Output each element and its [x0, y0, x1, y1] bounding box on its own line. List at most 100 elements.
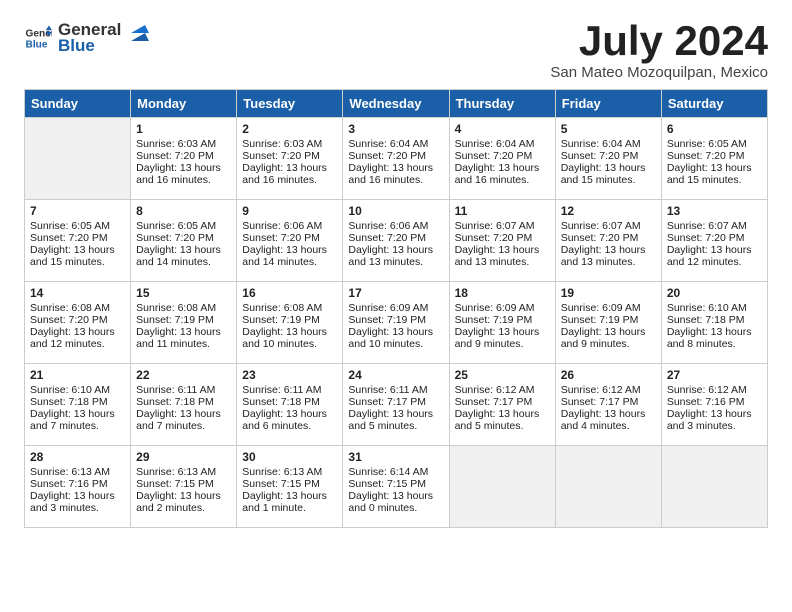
- sunset-text: Sunset: 7:20 PM: [348, 150, 443, 162]
- daylight-text: Daylight: 13 hours and 15 minutes.: [667, 162, 762, 186]
- sunrise-text: Sunrise: 6:11 AM: [242, 384, 337, 396]
- calendar-week-row: 14Sunrise: 6:08 AMSunset: 7:20 PMDayligh…: [25, 282, 768, 364]
- calendar-cell: 18Sunrise: 6:09 AMSunset: 7:19 PMDayligh…: [449, 282, 555, 364]
- day-number: 3: [348, 122, 443, 136]
- calendar-cell: 21Sunrise: 6:10 AMSunset: 7:18 PMDayligh…: [25, 364, 131, 446]
- day-number: 16: [242, 286, 337, 300]
- sunrise-text: Sunrise: 6:07 AM: [667, 220, 762, 232]
- sunset-text: Sunset: 7:16 PM: [667, 396, 762, 408]
- calendar-cell: [661, 446, 767, 528]
- daylight-text: Daylight: 13 hours and 15 minutes.: [561, 162, 656, 186]
- calendar-cell: 4Sunrise: 6:04 AMSunset: 7:20 PMDaylight…: [449, 118, 555, 200]
- daylight-text: Daylight: 13 hours and 14 minutes.: [136, 244, 231, 268]
- day-number: 20: [667, 286, 762, 300]
- sunrise-text: Sunrise: 6:06 AM: [348, 220, 443, 232]
- daylight-text: Daylight: 13 hours and 12 minutes.: [667, 244, 762, 268]
- sunset-text: Sunset: 7:19 PM: [455, 314, 550, 326]
- sunset-text: Sunset: 7:20 PM: [561, 232, 656, 244]
- day-number: 17: [348, 286, 443, 300]
- calendar-cell: [449, 446, 555, 528]
- day-number: 4: [455, 122, 550, 136]
- sunset-text: Sunset: 7:18 PM: [30, 396, 125, 408]
- weekday-header-monday: Monday: [131, 90, 237, 118]
- sunrise-text: Sunrise: 6:10 AM: [30, 384, 125, 396]
- sunrise-text: Sunrise: 6:10 AM: [667, 302, 762, 314]
- daylight-text: Daylight: 13 hours and 15 minutes.: [30, 244, 125, 268]
- daylight-text: Daylight: 13 hours and 5 minutes.: [455, 408, 550, 432]
- calendar-cell: 17Sunrise: 6:09 AMSunset: 7:19 PMDayligh…: [343, 282, 449, 364]
- sunrise-text: Sunrise: 6:05 AM: [136, 220, 231, 232]
- sunrise-text: Sunrise: 6:09 AM: [455, 302, 550, 314]
- sunset-text: Sunset: 7:20 PM: [30, 314, 125, 326]
- sunrise-text: Sunrise: 6:04 AM: [561, 138, 656, 150]
- sunrise-text: Sunrise: 6:13 AM: [136, 466, 231, 478]
- weekday-header-row: SundayMondayTuesdayWednesdayThursdayFrid…: [25, 90, 768, 118]
- sunset-text: Sunset: 7:18 PM: [136, 396, 231, 408]
- day-number: 25: [455, 368, 550, 382]
- sunset-text: Sunset: 7:18 PM: [242, 396, 337, 408]
- sunset-text: Sunset: 7:17 PM: [455, 396, 550, 408]
- logo-icon: General Blue: [24, 24, 52, 52]
- sunset-text: Sunset: 7:19 PM: [136, 314, 231, 326]
- sunset-text: Sunset: 7:15 PM: [242, 478, 337, 490]
- daylight-text: Daylight: 13 hours and 13 minutes.: [561, 244, 656, 268]
- daylight-text: Daylight: 13 hours and 3 minutes.: [667, 408, 762, 432]
- sunrise-text: Sunrise: 6:09 AM: [561, 302, 656, 314]
- weekday-header-tuesday: Tuesday: [237, 90, 343, 118]
- sunset-text: Sunset: 7:15 PM: [348, 478, 443, 490]
- daylight-text: Daylight: 13 hours and 3 minutes.: [30, 490, 125, 514]
- calendar-week-row: 21Sunrise: 6:10 AMSunset: 7:18 PMDayligh…: [25, 364, 768, 446]
- daylight-text: Daylight: 13 hours and 11 minutes.: [136, 326, 231, 350]
- day-number: 10: [348, 204, 443, 218]
- daylight-text: Daylight: 13 hours and 4 minutes.: [561, 408, 656, 432]
- sunrise-text: Sunrise: 6:03 AM: [242, 138, 337, 150]
- sunrise-text: Sunrise: 6:07 AM: [455, 220, 550, 232]
- sunrise-text: Sunrise: 6:04 AM: [348, 138, 443, 150]
- daylight-text: Daylight: 13 hours and 10 minutes.: [242, 326, 337, 350]
- sunset-text: Sunset: 7:17 PM: [348, 396, 443, 408]
- calendar-week-row: 7Sunrise: 6:05 AMSunset: 7:20 PMDaylight…: [25, 200, 768, 282]
- svg-text:Blue: Blue: [26, 40, 48, 51]
- daylight-text: Daylight: 13 hours and 13 minutes.: [455, 244, 550, 268]
- calendar-cell: 12Sunrise: 6:07 AMSunset: 7:20 PMDayligh…: [555, 200, 661, 282]
- daylight-text: Daylight: 13 hours and 1 minute.: [242, 490, 337, 514]
- daylight-text: Daylight: 13 hours and 6 minutes.: [242, 408, 337, 432]
- calendar-cell: 30Sunrise: 6:13 AMSunset: 7:15 PMDayligh…: [237, 446, 343, 528]
- sunset-text: Sunset: 7:19 PM: [561, 314, 656, 326]
- sunset-text: Sunset: 7:20 PM: [667, 150, 762, 162]
- sunrise-text: Sunrise: 6:13 AM: [30, 466, 125, 478]
- calendar-cell: 23 Sunrise: 6:11 AMSunset: 7:18 PMDayligh…: [237, 364, 343, 446]
- daylight-text: Daylight: 13 hours and 7 minutes.: [30, 408, 125, 432]
- calendar-cell: 11Sunrise: 6:07 AMSunset: 7:20 PMDayligh…: [449, 200, 555, 282]
- day-number: 11: [455, 204, 550, 218]
- sunset-text: Sunset: 7:20 PM: [136, 150, 231, 162]
- calendar-cell: 13Sunrise: 6:07 AMSunset: 7:20 PMDayligh…: [661, 200, 767, 282]
- weekday-header-sunday: Sunday: [25, 90, 131, 118]
- calendar-cell: 31Sunrise: 6:14 AMSunset: 7:15 PMDayligh…: [343, 446, 449, 528]
- day-number: 19: [561, 286, 656, 300]
- daylight-text: Daylight: 13 hours and 16 minutes.: [136, 162, 231, 186]
- calendar-week-row: 28Sunrise: 6:13 AMSunset: 7:16 PMDayligh…: [25, 446, 768, 528]
- day-number: 6: [667, 122, 762, 136]
- sunset-text: Sunset: 7:18 PM: [667, 314, 762, 326]
- day-number: 12: [561, 204, 656, 218]
- calendar-cell: 1Sunrise: 6:03 AMSunset: 7:20 PMDaylight…: [131, 118, 237, 200]
- sunset-text: Sunset: 7:20 PM: [348, 232, 443, 244]
- sunset-text: Sunset: 7:20 PM: [561, 150, 656, 162]
- title-block: July 2024 San Mateo Mozoquilpan, Mexico: [550, 20, 768, 81]
- sunrise-text: Sunrise: 6:08 AM: [242, 302, 337, 314]
- day-number: 22: [136, 368, 231, 382]
- calendar-cell: 16Sunrise: 6:08 AMSunset: 7:19 PMDayligh…: [237, 282, 343, 364]
- day-number: 23: [242, 368, 337, 382]
- weekday-header-friday: Friday: [555, 90, 661, 118]
- sunset-text: Sunset: 7:15 PM: [136, 478, 231, 490]
- daylight-text: Daylight: 13 hours and 16 minutes.: [455, 162, 550, 186]
- calendar-cell: 3Sunrise: 6:04 AMSunset: 7:20 PMDaylight…: [343, 118, 449, 200]
- sunrise-text: Sunrise: 6:06 AM: [242, 220, 337, 232]
- daylight-text: Daylight: 13 hours and 9 minutes.: [455, 326, 550, 350]
- logo-arrow-icon: [127, 23, 149, 45]
- daylight-text: Daylight: 13 hours and 0 minutes.: [348, 490, 443, 514]
- day-number: 31: [348, 450, 443, 464]
- daylight-text: Daylight: 13 hours and 7 minutes.: [136, 408, 231, 432]
- sunrise-text: Sunrise: 6:12 AM: [561, 384, 656, 396]
